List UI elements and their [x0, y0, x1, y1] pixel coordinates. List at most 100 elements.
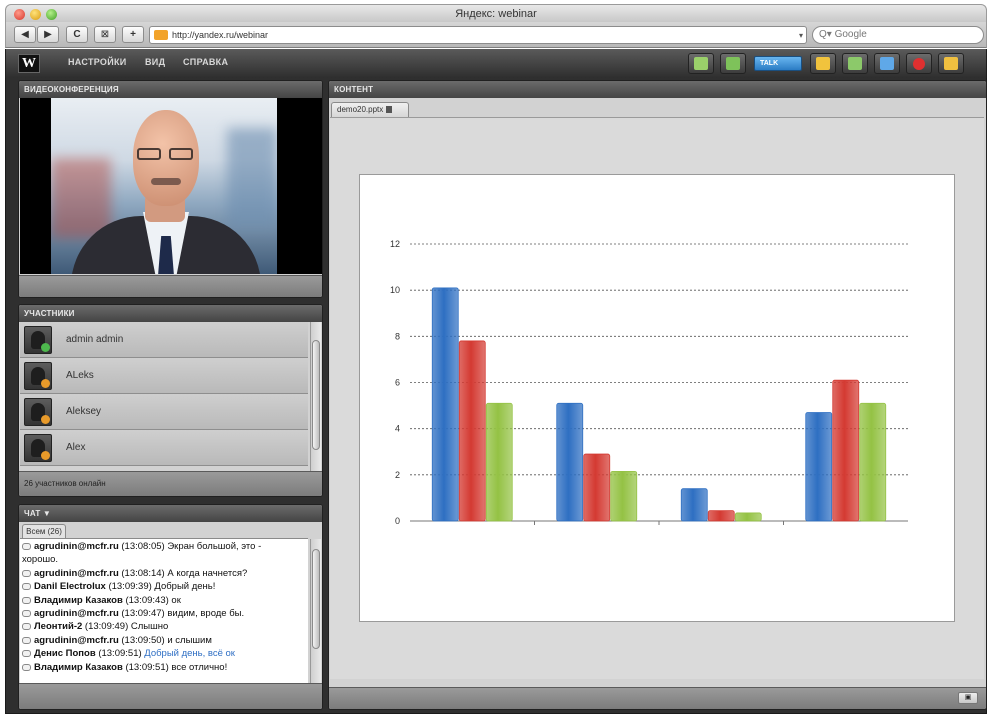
participant-row[interactable]: Alex [20, 430, 308, 466]
webcam-button[interactable] [688, 53, 714, 74]
y-tick-label: 0 [395, 516, 400, 526]
chart-bar [734, 512, 762, 522]
fullscreen-icon[interactable]: ▣ [958, 692, 978, 704]
message-bubble-icon [22, 623, 31, 631]
user-status-icon [41, 343, 50, 352]
webinar-logo: W [18, 54, 40, 73]
message-bubble-icon [22, 596, 31, 604]
app-toolbar: W НАСТРОЙКИ ВИД СПРАВКА TALK [5, 49, 987, 78]
message-bubble-icon [22, 542, 31, 550]
presentation-button[interactable] [810, 53, 836, 74]
address-dropdown-icon[interactable]: ▾ [799, 28, 803, 44]
content-panel: КОНТЕНТ demo20.pptx 0 2 4 6 8 10 12 ▣ [328, 80, 987, 710]
record-icon [913, 58, 925, 70]
chat-message: agrudinin@mcfr.ru (13:08:14) А когда нач… [22, 567, 308, 580]
chat-message: Денис Попов (13:09:51) Добрый день, всё … [22, 647, 308, 660]
address-bar[interactable]: http://yandex.ru/webinar ▾ [149, 26, 807, 44]
chart-bar [805, 412, 833, 522]
reload-button[interactable]: C [66, 26, 88, 43]
avatar [24, 398, 52, 426]
window-title: Яндекс: webinar [455, 8, 537, 20]
chat-tab-all[interactable]: Всем (26) [22, 524, 66, 538]
chart-bar [458, 340, 486, 522]
forward-button[interactable]: ▶ [37, 26, 59, 43]
participants-list: admin admin ALeks Aleksey Alex [20, 322, 308, 466]
page-favicon-icon [154, 30, 168, 40]
participant-name: admin admin [66, 334, 124, 345]
message-bubble-icon [22, 650, 31, 658]
y-tick-label: 10 [390, 285, 400, 295]
window-titlebar: Яндекс: webinar [5, 4, 987, 22]
menu-view[interactable]: ВИД [145, 57, 165, 67]
microphone-icon [726, 57, 740, 70]
chat-toggle-button[interactable] [938, 53, 964, 74]
users-button[interactable] [842, 53, 868, 74]
chat-message: Danil Electrolux (13:09:39) Добрый день! [22, 580, 308, 593]
participant-name: Aleksey [66, 406, 102, 417]
content-panel-title: КОНТЕНТ [329, 81, 986, 98]
back-button[interactable]: ◀ [14, 26, 36, 43]
speaker-video-image [51, 98, 277, 274]
message-bubble-icon [22, 636, 31, 644]
webcam-icon [694, 57, 708, 70]
participants-panel: УЧАСТНИКИ admin admin ALeks Aleksey Alex [18, 304, 323, 497]
y-tick-label: 8 [395, 331, 400, 341]
chart-bar [859, 402, 887, 522]
talk-button[interactable]: TALK [754, 56, 802, 71]
participant-row[interactable]: ALeks [20, 358, 308, 394]
y-tick-label: 2 [395, 470, 400, 480]
participants-scroll-thumb[interactable] [312, 340, 320, 450]
chat-scrollbar[interactable] [310, 539, 321, 683]
app-workspace: ВИДЕОКОНФЕРЕНЦИЯ УЧАСТНИКИ admin admin A… [5, 78, 987, 714]
message-bubble-icon [22, 569, 31, 577]
chart-bar [556, 402, 584, 522]
menu-help[interactable]: СПРАВКА [183, 57, 228, 67]
document-icon [386, 106, 393, 114]
content-footer: ▣ [329, 687, 986, 709]
chart-bar [431, 287, 459, 522]
chat-message: agrudinin@mcfr.ru (13:09:47) видим, врод… [22, 607, 308, 620]
chart-bar [610, 470, 638, 522]
message-bubble-icon [22, 663, 31, 671]
online-count: 26 участников онлайн [24, 479, 106, 488]
menu-settings[interactable]: НАСТРОЙКИ [68, 57, 127, 67]
desktop-share-button[interactable] [874, 53, 900, 74]
participant-name: Alex [66, 442, 86, 453]
chat-messages: agrudinin@mcfr.ru (13:08:05) Экран больш… [20, 538, 308, 684]
document-tab[interactable]: demo20.pptx [331, 102, 409, 117]
chat-input-bar[interactable] [19, 683, 322, 709]
message-bubble-icon [22, 610, 31, 618]
user-status-icon [41, 415, 50, 424]
address-url: http://yandex.ru/webinar [172, 30, 269, 40]
participant-row[interactable]: admin admin [20, 322, 308, 358]
video-panel-title: ВИДЕОКОНФЕРЕНЦИЯ [19, 81, 322, 98]
avatar [24, 434, 52, 462]
chart-bar [583, 453, 611, 522]
chat-panel-title[interactable]: ЧАТ ▼ [19, 505, 322, 522]
avatar [24, 362, 52, 390]
y-tick-label: 12 [390, 239, 400, 249]
presentation-icon [816, 57, 830, 70]
chat-scroll-thumb[interactable] [312, 549, 320, 649]
presentation-slide: 0 2 4 6 8 10 12 [359, 174, 955, 622]
record-button[interactable] [906, 53, 932, 74]
search-input[interactable]: Q▾ Google [812, 26, 984, 44]
y-tick-label: 4 [395, 424, 400, 434]
participants-panel-title: УЧАСТНИКИ [19, 305, 322, 322]
video-panel: ВИДЕОКОНФЕРЕНЦИЯ [18, 80, 323, 298]
message-bubble-icon [22, 583, 31, 591]
participants-scrollbar[interactable] [310, 322, 321, 471]
chat-icon [944, 57, 958, 70]
chart-bar [680, 488, 708, 522]
chat-message-continuation: хорошо. [22, 554, 59, 566]
y-tick-label: 6 [395, 378, 400, 388]
bookmark-button[interactable]: ⊠ [94, 26, 116, 43]
participant-row[interactable]: Aleksey [20, 394, 308, 430]
add-bookmark-button[interactable]: + [122, 26, 144, 43]
video-feed[interactable] [20, 98, 322, 274]
avatar [24, 326, 52, 354]
chart-bar [707, 510, 735, 522]
chart-bar [832, 379, 860, 522]
participant-name: ALeks [66, 370, 94, 381]
microphone-button[interactable] [720, 53, 746, 74]
